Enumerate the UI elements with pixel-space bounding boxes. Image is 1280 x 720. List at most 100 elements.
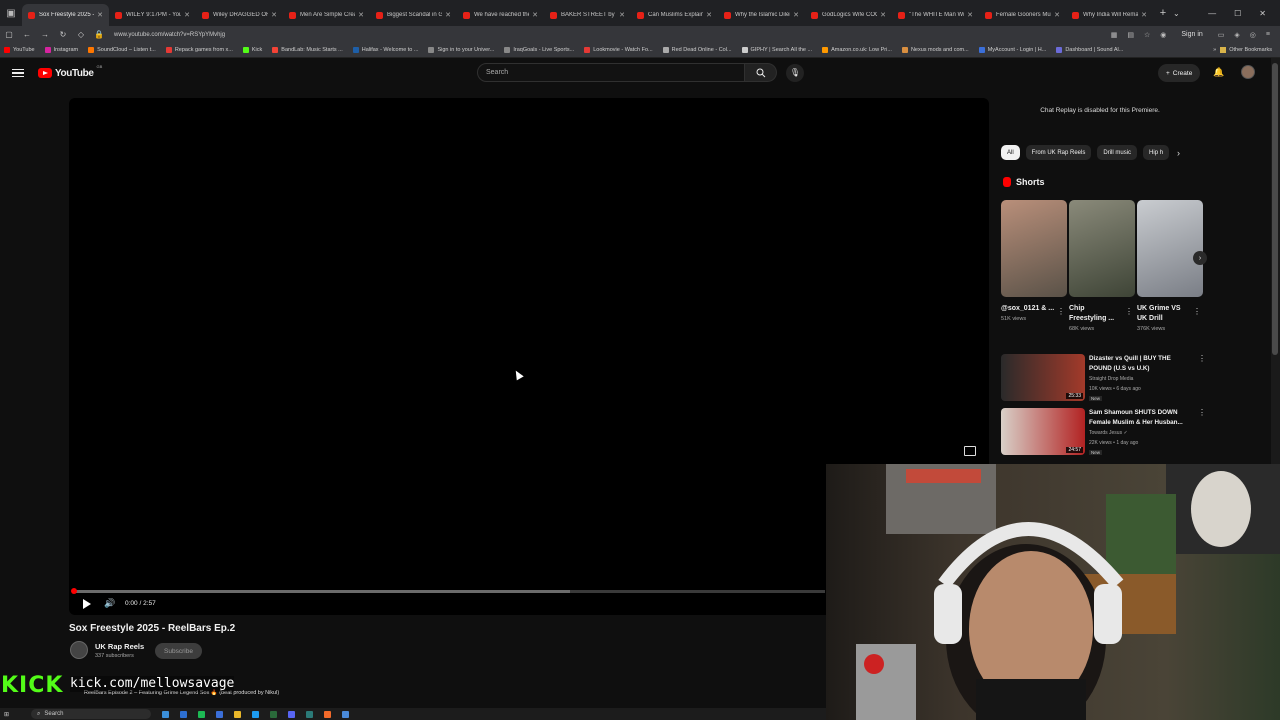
browser-tab[interactable]: Why the Islamic Dilemma✕ <box>718 4 805 26</box>
create-button[interactable]: + Create <box>1158 64 1201 82</box>
scrollbar-thumb[interactable] <box>1272 63 1278 355</box>
reader-icon[interactable]: ▤ <box>1127 31 1134 39</box>
short-title[interactable]: UK Grime VS UK Drill <box>1137 304 1191 324</box>
video-title-link[interactable]: Sam Shamoun SHUTS DOWN Female Muslim & H… <box>1089 408 1195 428</box>
bookmark-item[interactable]: Lookmovie - Watch Fo... <box>584 47 653 53</box>
sidebar-toggle-icon[interactable]: ▢ <box>0 30 18 39</box>
filter-chip[interactable]: Hip h <box>1143 145 1170 160</box>
brave-icon[interactable] <box>324 710 332 718</box>
filter-chip[interactable]: Drill music <box>1097 145 1138 160</box>
close-window-button[interactable]: ✕ <box>1259 9 1266 18</box>
tab-close-icon[interactable]: ✕ <box>445 11 451 19</box>
video-channel[interactable]: Towards Jesus ✓ <box>1089 430 1128 436</box>
bookmark-item[interactable]: Red Dead Online - Col... <box>662 47 732 53</box>
bookmark-item[interactable]: Sign in to your Univer... <box>428 47 494 53</box>
short-thumbnail[interactable] <box>1137 200 1203 297</box>
account-avatar[interactable] <box>1241 65 1255 79</box>
discord-icon[interactable] <box>288 710 296 718</box>
browser-tab[interactable]: Men Are Simple Creatures✕ <box>283 4 370 26</box>
tab-close-icon[interactable]: ✕ <box>880 11 886 19</box>
taskview-icon[interactable] <box>162 710 170 718</box>
sign-in-button[interactable]: Sign in <box>1176 30 1207 39</box>
bookmark-item[interactable]: Instagram <box>44 47 78 53</box>
more-vert-icon[interactable]: ⋮ <box>1125 307 1133 316</box>
filter-chip[interactable]: All <box>1001 145 1020 160</box>
short-title[interactable]: @sox_0121 & ... <box>1001 304 1055 314</box>
scrubber-handle[interactable] <box>71 588 77 594</box>
bookmark-item[interactable]: MyAccount - Login | H... <box>978 47 1046 53</box>
browser-tab[interactable]: Can Muslims Explain ✕ <box>631 4 718 26</box>
screenshot-icon[interactable]: ▦ <box>1111 31 1118 39</box>
short-thumbnail[interactable] <box>1069 200 1135 297</box>
bookmark-item[interactable]: Kick <box>242 47 262 53</box>
short-card[interactable]: Chip Freestyling ... 68K views ⋮ <box>1069 200 1135 332</box>
tab-close-icon[interactable]: ✕ <box>1141 11 1147 19</box>
profile-icon[interactable]: ◉ <box>1160 31 1166 39</box>
recommended-video[interactable]: 25:33 Dizaster vs Quill | BUY THE POUND (… <box>1001 354 1206 402</box>
youtube-logo[interactable]: YouTube GB <box>38 64 102 79</box>
tab-search-icon[interactable]: ▣ <box>0 0 22 26</box>
app-icon-4[interactable] <box>270 710 278 718</box>
more-vert-icon[interactable]: ⋮ <box>1198 354 1206 363</box>
tab-close-icon[interactable]: ✕ <box>358 11 364 19</box>
tab-close-icon[interactable]: ✕ <box>271 11 277 19</box>
filter-chip[interactable]: From UK Rap Reels <box>1025 145 1092 160</box>
vpn-icon[interactable]: ◈ <box>1234 31 1239 39</box>
channel-avatar[interactable] <box>70 641 88 659</box>
browser-tab[interactable]: Why India Will Remain ✕ <box>1066 4 1153 26</box>
short-card[interactable]: @sox_0121 & ... 51K views ⋮ <box>1001 200 1067 322</box>
forward-button[interactable]: → <box>36 30 54 39</box>
minimize-button[interactable]: — <box>1208 9 1216 18</box>
maximize-button[interactable]: ☐ <box>1234 9 1241 18</box>
tab-close-icon[interactable]: ✕ <box>1054 11 1060 19</box>
tab-list-chevron-icon[interactable]: ⌄ <box>1173 9 1189 18</box>
bookmark-item[interactable]: BandLab: Music Starts ... <box>272 47 343 53</box>
bookmark-item[interactable]: GIPHY | Search All the ... <box>741 47 812 53</box>
browser-tab[interactable]: BAKER STREET by Gerry✕ <box>544 4 631 26</box>
shield-icon[interactable]: ◇ <box>72 30 90 39</box>
file-explorer-icon[interactable] <box>234 710 242 718</box>
star-icon[interactable]: ☆ <box>1144 31 1150 39</box>
bookmark-item[interactable]: Repack games from x... <box>165 47 233 53</box>
taskbar-search[interactable]: ⌕ Search <box>31 709 152 719</box>
video-thumbnail[interactable]: 24:57 <box>1001 408 1085 455</box>
new-tab-button[interactable]: + <box>1153 7 1173 19</box>
video-title-link[interactable]: Dizaster vs Quill | BUY THE POUND (U.S v… <box>1089 354 1195 374</box>
app-icon-5[interactable] <box>306 710 314 718</box>
bookmark-item[interactable]: Dashboard | Sound Al... <box>1056 47 1123 53</box>
browser-tab[interactable]: Biggest Scandal in Grime✕ <box>370 4 457 26</box>
notifications-bell-icon[interactable]: 🔔 <box>1213 67 1224 78</box>
search-button[interactable] <box>745 63 777 82</box>
tab-close-icon[interactable]: ✕ <box>967 11 973 19</box>
bookmark-item[interactable]: Nexus mods and com... <box>901 47 969 53</box>
leo-icon[interactable]: ◎ <box>1250 31 1256 39</box>
browser-tab[interactable]: "The WHITE Man Will ✕ <box>892 4 979 26</box>
recommended-video[interactable]: 24:57 Sam Shamoun SHUTS DOWN Female Musli… <box>1001 408 1206 456</box>
video-channel[interactable]: Straight Drop Media <box>1089 376 1133 382</box>
bookmark-item[interactable]: SoundCloud – Listen t... <box>88 47 156 53</box>
miniplayer-icon[interactable] <box>964 446 976 456</box>
search-input[interactable]: Search <box>477 63 745 82</box>
more-vert-icon[interactable]: ⋮ <box>1057 307 1065 316</box>
tab-close-icon[interactable]: ✕ <box>97 11 103 19</box>
other-bookmarks[interactable]: » Other Bookmarks <box>1213 47 1280 53</box>
bookmark-item[interactable]: YouTube <box>4 47 35 53</box>
tab-close-icon[interactable]: ✕ <box>532 11 538 19</box>
menu-icon[interactable]: ≡ <box>1266 31 1270 38</box>
app-icon-2[interactable] <box>216 710 224 718</box>
bookmark-item[interactable]: IraqGoals - Live Sports... <box>504 47 574 53</box>
short-title[interactable]: Chip Freestyling ... <box>1069 304 1123 324</box>
back-button[interactable]: ← <box>18 30 36 39</box>
guide-menu-icon[interactable] <box>12 68 24 78</box>
browser-tab[interactable]: Sox Freestyle 2025 - ReelBars✕ <box>22 4 109 26</box>
browser-tab[interactable]: WILEY 9:17PM - YouTube✕ <box>109 4 196 26</box>
browser-tab[interactable]: GodLogics Wife COOKED✕ <box>805 4 892 26</box>
browser-tab[interactable]: Female Gooners Must ✕ <box>979 4 1066 26</box>
tab-close-icon[interactable]: ✕ <box>706 11 712 19</box>
tab-close-icon[interactable]: ✕ <box>793 11 799 19</box>
url-field[interactable]: www.youtube.com/watch?v=RSYpYMvhjg <box>114 32 994 38</box>
lock-icon[interactable]: 🔒 <box>90 30 108 39</box>
bookmark-item[interactable]: Halifax - Welcome to ... <box>352 47 418 53</box>
wallet-icon[interactable]: ▭ <box>1218 31 1225 39</box>
reload-button[interactable]: ↻ <box>54 30 72 39</box>
